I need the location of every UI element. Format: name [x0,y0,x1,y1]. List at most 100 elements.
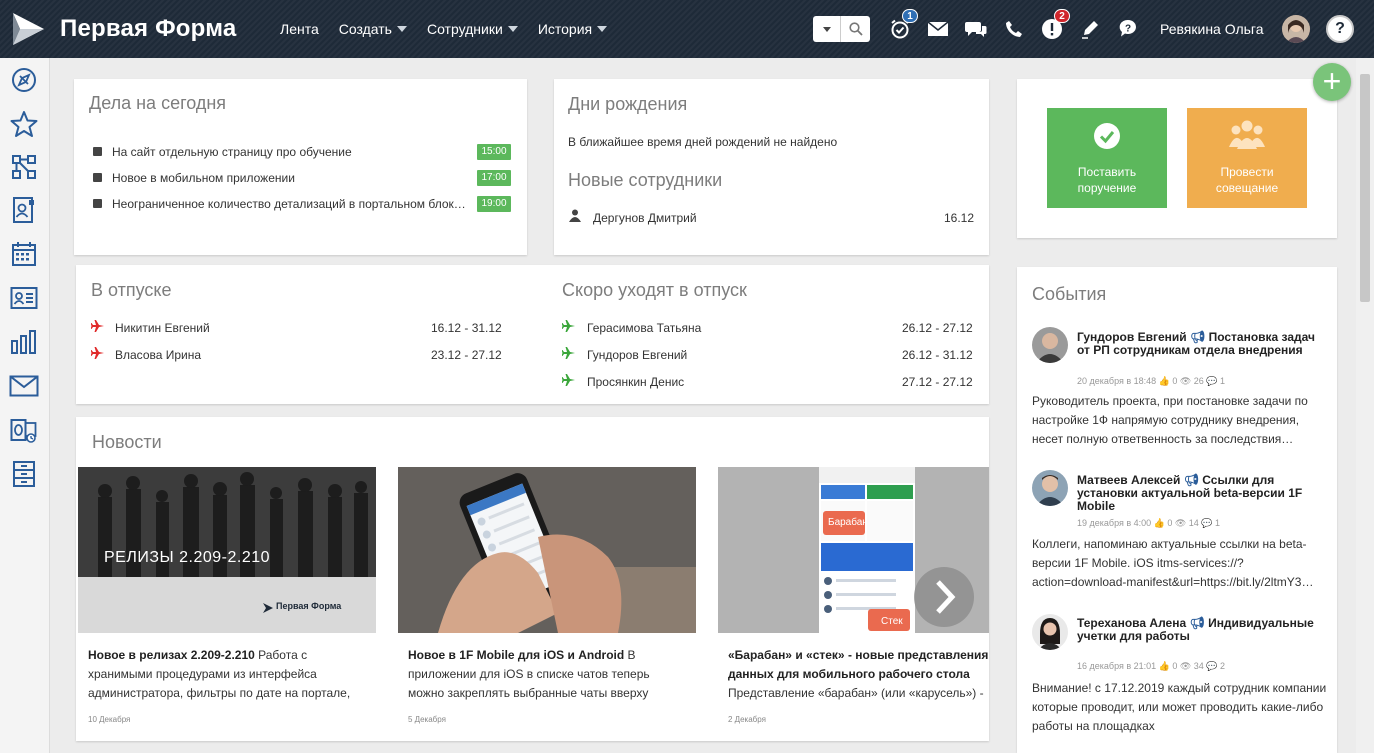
app-title[interactable]: Первая Форма [60,15,236,43]
news-headline[interactable]: Новое в 1F Mobile для iOS и Android [408,648,624,662]
check-circle-icon [1094,123,1120,149]
today-title: Дела на сегодня [89,93,227,113]
help-button[interactable]: ? [1326,15,1354,43]
chat-button[interactable] [964,17,988,41]
news-headline[interactable]: «Барабан» и «стек» - новые представления… [728,646,990,684]
event-title[interactable]: Тереханова Алена 📢︎ Индивидуальные учетк… [1077,617,1327,643]
nav-create[interactable]: Создать [339,21,407,37]
upcoming-name[interactable]: Просянкин Денис [587,375,684,389]
compass-icon [12,68,36,92]
user-name[interactable]: Ревякина Ольга [1160,21,1264,37]
sidebar-item-calendar[interactable] [9,239,39,269]
sidebar-item-reports[interactable] [9,327,39,357]
sidebar-item-contacts[interactable] [9,195,39,225]
phone-icon [1006,21,1022,37]
pen-icon [1082,21,1098,39]
event-author: Гундоров Евгений [1077,330,1187,344]
sidebar-item-navigator[interactable] [9,65,39,95]
calendar-icon [12,242,36,266]
nav-feed[interactable]: Лента [280,21,319,37]
search-scope-dropdown[interactable] [813,16,841,42]
megaphone-icon: 📢︎ [1189,330,1206,344]
sidebar-item-outlook[interactable] [9,415,39,445]
event-body: Руководитель проекта, при постановке зад… [1032,394,1308,446]
news-date: 5 Декабря [408,715,446,724]
new-staff-date: 16.12 [944,211,975,225]
avatar[interactable] [1282,15,1310,43]
chevron-down-icon [396,26,407,32]
task-time: 19:00 [477,196,511,212]
news-card[interactable]: РЕЛИЗЫ 2.209-2.210 Первая Форма Новое в … [78,467,376,737]
avatar[interactable] [1032,327,1068,363]
hold-meeting-button[interactable]: Провести совещание [1187,108,1307,208]
birthdays-title: Дни рождения [568,94,688,114]
avatar[interactable] [1032,470,1068,506]
news-text: Новое в релизах 2.209-2.210 Работа с хра… [88,646,358,703]
vacation-name[interactable]: Никитин Евгений [115,321,210,335]
events-title: События [1032,284,1107,304]
sidebar-item-mail[interactable] [9,371,39,401]
news-headline[interactable]: Новое в релизах 2.209-2.210 [88,648,255,662]
svg-text:?: ? [1125,24,1131,35]
workflow-icon [12,155,36,179]
sidebar-item-staff[interactable] [9,283,39,313]
main-nav: Лента Создать Сотрудники История [270,0,617,58]
upcoming-name[interactable]: Гундоров Евгений [587,348,687,362]
phone-button[interactable] [1002,17,1026,41]
news-image [398,467,696,633]
task-item[interactable]: Новое в мобильном приложении [112,171,295,185]
megaphone-icon: 📢︎ [1183,473,1199,487]
news-card[interactable]: Новое в 1F Mobile для iOS и Android В пр… [398,467,696,737]
news-image-caption: РЕЛИЗЫ 2.209-2.210 [104,549,271,566]
nav-employees[interactable]: Сотрудники [427,21,518,37]
event-body: Коллеги, напоминаю актуальные ссылки на … [1032,537,1314,589]
upcoming-name[interactable]: Герасимова Татьяна [587,321,701,335]
alerts-button[interactable]: 2 [1040,9,1070,41]
scroll-thumb[interactable] [1360,74,1370,302]
task-bullet [93,147,102,156]
vacation-panel [76,265,989,404]
upcoming-dates: 27.12 - 27.12 [902,375,973,389]
sidebar-item-favorites[interactable] [9,109,39,139]
event-title[interactable]: Матвеев Алексей 📢︎ Ссылки для установки … [1077,474,1327,513]
chevron-down-icon [597,26,608,32]
sidebar-item-archive[interactable] [9,459,39,489]
task-time: 17:00 [477,170,511,186]
nav-create-label: Создать [338,21,392,37]
nav-history[interactable]: История [538,21,608,37]
person-icon [569,209,581,222]
vacation-dates: 23.12 - 27.12 [431,348,502,362]
mail-icon [927,21,949,36]
reminders-button[interactable]: 1 [888,9,918,41]
assign-task-button[interactable]: Поставить поручение [1047,108,1167,208]
author-photo [1032,327,1068,363]
id-card-icon [10,287,38,309]
event-meta: 16 декабря в 21:01 👍 0 👁 34 💬 2 [1077,661,1226,671]
task-time: 15:00 [477,144,511,160]
mail-button[interactable] [926,17,950,41]
contact-card-icon [13,197,34,223]
event-title[interactable]: Гундоров Евгений 📢︎ Постановка задач от … [1077,331,1327,357]
task-item[interactable]: Неограниченное количество детализаций в … [112,197,466,211]
page-scrollbar[interactable] [1356,58,1374,753]
avatar[interactable] [1032,614,1068,650]
envelope-icon [9,375,39,397]
news-date: 10 Декабря [88,715,131,724]
nav-employees-label: Сотрудники [426,21,503,37]
add-button[interactable]: + [1313,63,1351,101]
chat-icon [965,22,987,37]
search-button[interactable] [841,16,870,42]
chevron-down-icon [507,26,518,32]
birthdays-empty-text: В ближайшее время дней рождений не найде… [568,135,838,149]
news-next-button[interactable] [915,567,973,625]
chevron-down-icon [822,26,831,32]
new-staff-name[interactable]: Дергунов Дмитрий [593,211,697,225]
sidebar-item-processes[interactable] [9,152,39,182]
sign-button[interactable] [1078,17,1102,41]
logo-icon[interactable] [10,11,46,47]
task-item[interactable]: На сайт отдельную страницу про обучение [112,145,352,159]
news-snippet: Представление «барабан» (или «карусель»)… [728,686,984,700]
vacation-name[interactable]: Власова Ирина [115,348,201,362]
support-button[interactable]: ? [1116,17,1140,41]
event-author: Матвеев Алексей [1077,473,1181,487]
